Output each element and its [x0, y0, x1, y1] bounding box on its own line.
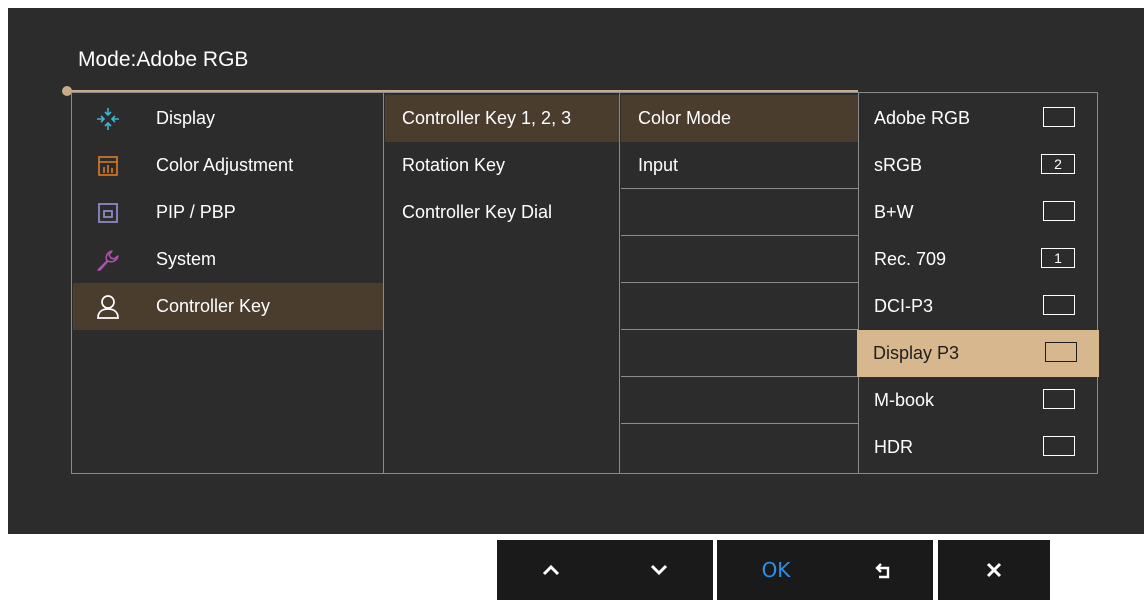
option-b-w[interactable]: B+W [858, 189, 1097, 236]
back-button[interactable] [835, 540, 933, 600]
function-item-input[interactable]: Input [621, 142, 858, 189]
function-item-empty[interactable] [621, 236, 858, 283]
slot-checkbox[interactable]: 1 [1041, 248, 1075, 268]
function-item-empty[interactable] [621, 377, 858, 424]
submenu-item-controller-key-dial[interactable]: Controller Key Dial [385, 189, 619, 236]
function-item-color-mode[interactable]: Color Mode [621, 95, 858, 142]
slot-checkbox[interactable]: 2 [1041, 154, 1075, 174]
menu-item-controller-key[interactable]: Controller Key [73, 283, 383, 330]
mode-indicator: Mode:Adobe RGB [78, 48, 249, 71]
option-display-p3[interactable]: Display P3 [857, 330, 1099, 377]
return-icon [875, 561, 893, 579]
color-adjustment-icon [94, 153, 122, 179]
close-button[interactable] [938, 540, 1050, 600]
up-arrow-icon [542, 564, 560, 576]
system-wrench-icon [94, 247, 122, 273]
close-icon [986, 562, 1002, 578]
controller-key-user-icon [94, 294, 122, 320]
main-menu-column: Display Color Adjustment PIP / PBP Syste… [71, 92, 384, 474]
slot-checkbox[interactable] [1045, 342, 1077, 362]
slot-checkbox[interactable] [1043, 107, 1075, 127]
pip-pbp-icon [94, 200, 122, 226]
slot-checkbox[interactable] [1043, 201, 1075, 221]
up-button[interactable] [497, 540, 605, 600]
function-item-empty[interactable] [621, 330, 858, 377]
menu-item-pip-pbp[interactable]: PIP / PBP [73, 189, 383, 236]
function-item-empty[interactable] [621, 424, 858, 471]
option-rec-709[interactable]: Rec. 709 1 [858, 236, 1097, 283]
navigation-button-group [497, 540, 713, 600]
slot-checkbox[interactable] [1043, 295, 1075, 315]
down-arrow-icon [650, 564, 668, 576]
function-item-empty[interactable] [621, 283, 858, 330]
menu-item-color-adjustment[interactable]: Color Adjustment [73, 142, 383, 189]
color-mode-options-column: Adobe RGB sRGB 2 B+W Rec. 709 1 DCI-P3 D… [857, 92, 1099, 474]
submenu-item-rotation-key[interactable]: Rotation Key [385, 142, 619, 189]
option-hdr[interactable]: HDR [858, 424, 1097, 471]
submenu-column: Controller Key 1, 2, 3 Rotation Key Cont… [383, 92, 620, 474]
function-item-empty[interactable] [621, 189, 858, 236]
confirm-button-group: OK [717, 540, 933, 600]
function-column: Color Mode Input [619, 92, 859, 474]
close-button-group [938, 540, 1050, 600]
option-adobe-rgb[interactable]: Adobe RGB [858, 95, 1097, 142]
ok-button[interactable]: OK [717, 540, 835, 600]
menu-item-system[interactable]: System [73, 236, 383, 283]
slot-checkbox[interactable] [1043, 436, 1075, 456]
option-srgb[interactable]: sRGB 2 [858, 142, 1097, 189]
slot-checkbox[interactable] [1043, 389, 1075, 409]
display-icon [94, 106, 122, 132]
option-m-book[interactable]: M-book [858, 377, 1097, 424]
option-dci-p3[interactable]: DCI-P3 [858, 283, 1097, 330]
down-button[interactable] [605, 540, 713, 600]
menu-item-display[interactable]: Display [73, 95, 383, 142]
submenu-item-controller-key-123[interactable]: Controller Key 1, 2, 3 [385, 95, 619, 142]
